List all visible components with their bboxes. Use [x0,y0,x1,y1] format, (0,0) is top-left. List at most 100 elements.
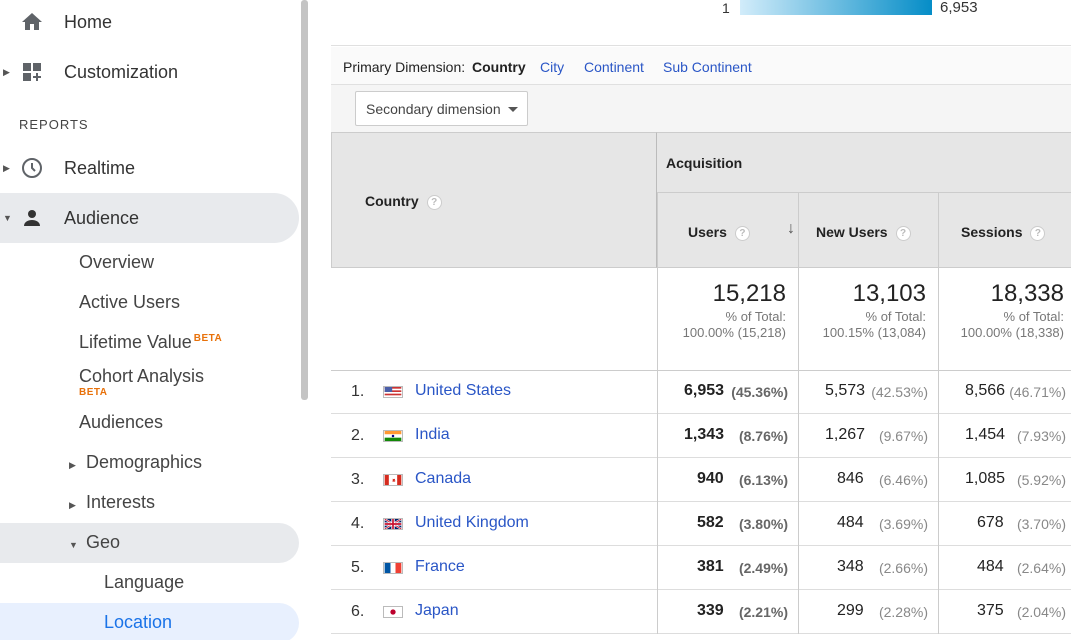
sort-down-icon[interactable]: ↓ [787,220,795,238]
table-row: 4. United Kingdom 582 (3.80%) 484 (3.69%) … [331,502,1071,546]
users-cell: 381 (2.49%) [657,546,798,590]
help-icon[interactable]: ? [734,225,750,241]
users-pct: (8.76%) [738,428,788,444]
users-value: 6,953 [684,382,725,399]
users-pct: (2.21%) [738,604,788,620]
sessions-pct: (2.64%) [1016,560,1066,576]
total-users: 15,218 % of Total: 100.00% (15,218) [657,268,798,370]
table-row: 3. Canada 940 (6.13%) 846 (6.46%) 1,085 (5.… [331,458,1071,502]
column-header-users[interactable]: Users? ↓ [657,193,798,268]
help-icon[interactable]: ? [426,194,442,210]
sessions-value: 1,085 [965,470,1006,487]
country-link[interactable]: India [415,426,450,444]
nav-overview[interactable]: Overview [79,252,154,273]
nav-geo[interactable]: ▼ Geo [69,532,120,553]
total-new-users-label: % of Total: [865,309,926,324]
dimension-country[interactable]: Country [472,59,526,75]
nav-geo-highlight [0,523,299,563]
acquisition-group-header: Acquisition [657,132,1071,193]
nav-customization-label: Customization [64,61,179,82]
person-icon [24,210,40,226]
map-area: 1 6,953 [331,0,1071,46]
new-users-cell: 348 (2.66%) [798,546,938,590]
nav-audiences[interactable]: Audiences [79,412,163,433]
expand-caret-icon[interactable]: ▶ [3,163,10,174]
sessions-value: 1,454 [965,426,1006,443]
users-pct: (3.80%) [738,516,788,532]
new-users-pct: (2.66%) [878,560,928,576]
total-new-users-pct: 100.15% (13,084) [822,325,926,340]
collapse-caret-icon[interactable]: ▼ [3,213,12,223]
users-value: 582 [697,514,724,531]
row-rank: 1. [351,383,365,400]
sidebar-scrollbar[interactable] [301,0,308,400]
country-link[interactable]: Canada [415,470,471,488]
table-row: 5. France 381 (2.49%) 348 (2.66%) 484 (2.64… [331,546,1071,590]
users-cell: 582 (3.80%) [657,502,798,546]
dimension-sub-continent[interactable]: Sub Continent [663,59,752,75]
nav-geo-label: Geo [86,532,121,552]
nav-demographics[interactable]: ▶ Demographics [69,452,202,473]
sessions-value: 8,566 [965,382,1006,399]
collapse-caret-icon[interactable]: ▼ [69,540,78,550]
nav-demographics-label: Demographics [86,452,203,472]
sessions-pct: (7.93%) [1016,428,1066,444]
nav-customization[interactable]: ▶ Customization [0,47,299,97]
users-cell: 1,343 (8.76%) [657,414,798,458]
us-flag-icon [383,386,403,398]
nav-interests[interactable]: ▶ Interests [69,492,155,513]
nav-lifetime-value[interactable]: Lifetime Value BETA [79,332,222,353]
help-icon[interactable]: ? [895,225,911,241]
sessions-cell: 1,085 (5.92%) [938,458,1071,502]
france-flag-icon [383,562,403,574]
help-icon[interactable]: ? [1030,225,1046,241]
column-header-sessions[interactable]: Sessions? [938,193,1071,268]
primary-dimension-label: Primary Dimension: [343,59,466,75]
primary-dimension-bar: Primary Dimension: Country City Continen… [331,47,1071,85]
users-cell: 339 (2.21%) [657,590,798,634]
country-link[interactable]: Japan [415,602,459,620]
dimension-continent[interactable]: Continent [584,59,644,75]
country-link[interactable]: United Kingdom [415,514,529,532]
expand-caret-icon[interactable]: ▶ [69,500,77,511]
table-row: 2. India 1,343 (8.76%) 1,267 (9.67%) 1,454… [331,414,1071,458]
country-link[interactable]: United States [415,382,511,400]
nav-home[interactable]: Home [0,0,299,47]
home-icon [22,13,42,30]
users-cell: 6,953 (45.36%) [657,370,798,414]
map-scale-bar [740,0,932,15]
users-value: 1,343 [684,426,725,443]
total-new-users-value: 13,103 [852,280,926,307]
sessions-value: 375 [977,602,1004,619]
expand-caret-icon[interactable]: ▶ [69,460,77,471]
country-link[interactable]: France [415,558,465,576]
nav-audience[interactable]: ▼ Audience [0,193,299,243]
expand-caret-icon[interactable]: ▶ [3,67,10,78]
dimension-city[interactable]: City [540,59,564,75]
secondary-dimension-bar: Secondary dimension [331,85,1071,132]
sessions-cell: 375 (2.04%) [938,590,1071,634]
uk-flag-icon [383,518,403,530]
nav-cohort-label: Cohort Analysis [79,366,205,386]
secondary-dimension-dropdown[interactable]: Secondary dimension [355,91,528,126]
column-header-new-users[interactable]: New Users? [798,193,938,268]
sessions-pct: (5.92%) [1016,472,1066,488]
users-value: 339 [697,602,724,619]
total-sessions-value: 18,338 [990,280,1064,307]
nav-realtime[interactable]: ▶ Realtime [0,143,299,193]
nav-language[interactable]: Language [104,572,184,593]
new-users-header-label: New Users [816,224,888,240]
nav-location[interactable]: Location [104,612,172,633]
sessions-pct: (46.71%) [1009,384,1066,400]
totals-blank [331,268,657,370]
dropdown-arrow-icon [508,107,518,112]
japan-flag-icon [383,606,403,618]
sessions-cell: 8,566 (46.71%) [938,370,1071,414]
row-rank: 4. [351,515,365,532]
nav-active-users[interactable]: Active Users [79,292,180,313]
india-flag-icon [383,430,403,442]
total-new-users: 13,103 % of Total: 100.15% (13,084) [798,268,938,370]
sessions-value: 484 [977,558,1004,575]
nav-cohort-analysis[interactable]: Cohort Analysis BETA [79,366,205,398]
users-pct: (45.36%) [731,384,788,400]
